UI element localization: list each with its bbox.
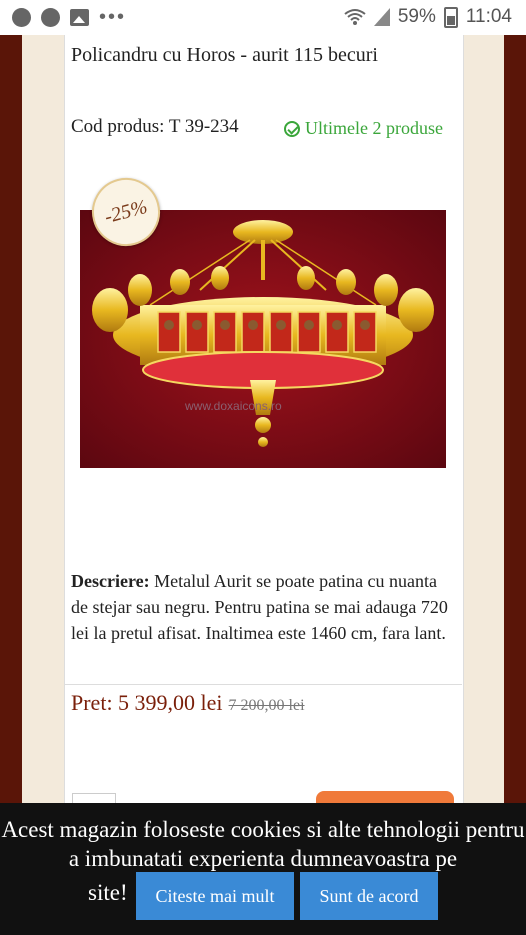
battery-percent: 59%	[397, 6, 436, 27]
old-price: 7 200,00 lei	[228, 697, 305, 714]
facebook-icon	[12, 8, 31, 27]
notification-icons: •••	[12, 6, 127, 28]
whatsapp-icon	[41, 8, 60, 27]
clock: 11:04	[465, 6, 512, 27]
product-image[interactable]: www.doxaicons.ro	[80, 210, 446, 468]
status-bar: ••• 59% 11:04	[0, 0, 526, 35]
stock-status: Ultimele 2 produse	[284, 118, 443, 139]
watermark-text: www.doxaicons.ro	[184, 399, 282, 413]
battery-icon	[443, 6, 458, 28]
product-title: Policandru cu Horos - aurit 115 becuri	[71, 44, 378, 66]
current-price: Pret: 5 399,00 lei	[71, 690, 223, 715]
description-label: Descriere:	[71, 571, 150, 591]
wifi-icon	[344, 9, 366, 25]
product-description: Descriere: Metalul Aurit se poate patina…	[71, 568, 456, 646]
cookie-message-end: site!	[88, 880, 128, 905]
more-notifications-icon: •••	[99, 6, 127, 28]
price-row: Pret: 5 399,00 lei 7 200,00 lei	[71, 690, 305, 716]
cookie-message: Acest magazin foloseste cookies si alte …	[1, 817, 525, 871]
gallery-icon	[70, 9, 89, 26]
stock-label: Ultimele 2 produse	[305, 118, 443, 138]
system-indicators: 59% 11:04	[344, 6, 512, 28]
check-circle-icon	[284, 120, 300, 137]
signal-icon	[373, 8, 390, 26]
product-code: Cod produs: T 39-234	[71, 116, 239, 137]
read-more-button[interactable]: Citeste mai mult	[136, 872, 294, 920]
accept-cookies-button[interactable]: Sunt de acord	[300, 872, 438, 920]
divider	[64, 684, 462, 685]
